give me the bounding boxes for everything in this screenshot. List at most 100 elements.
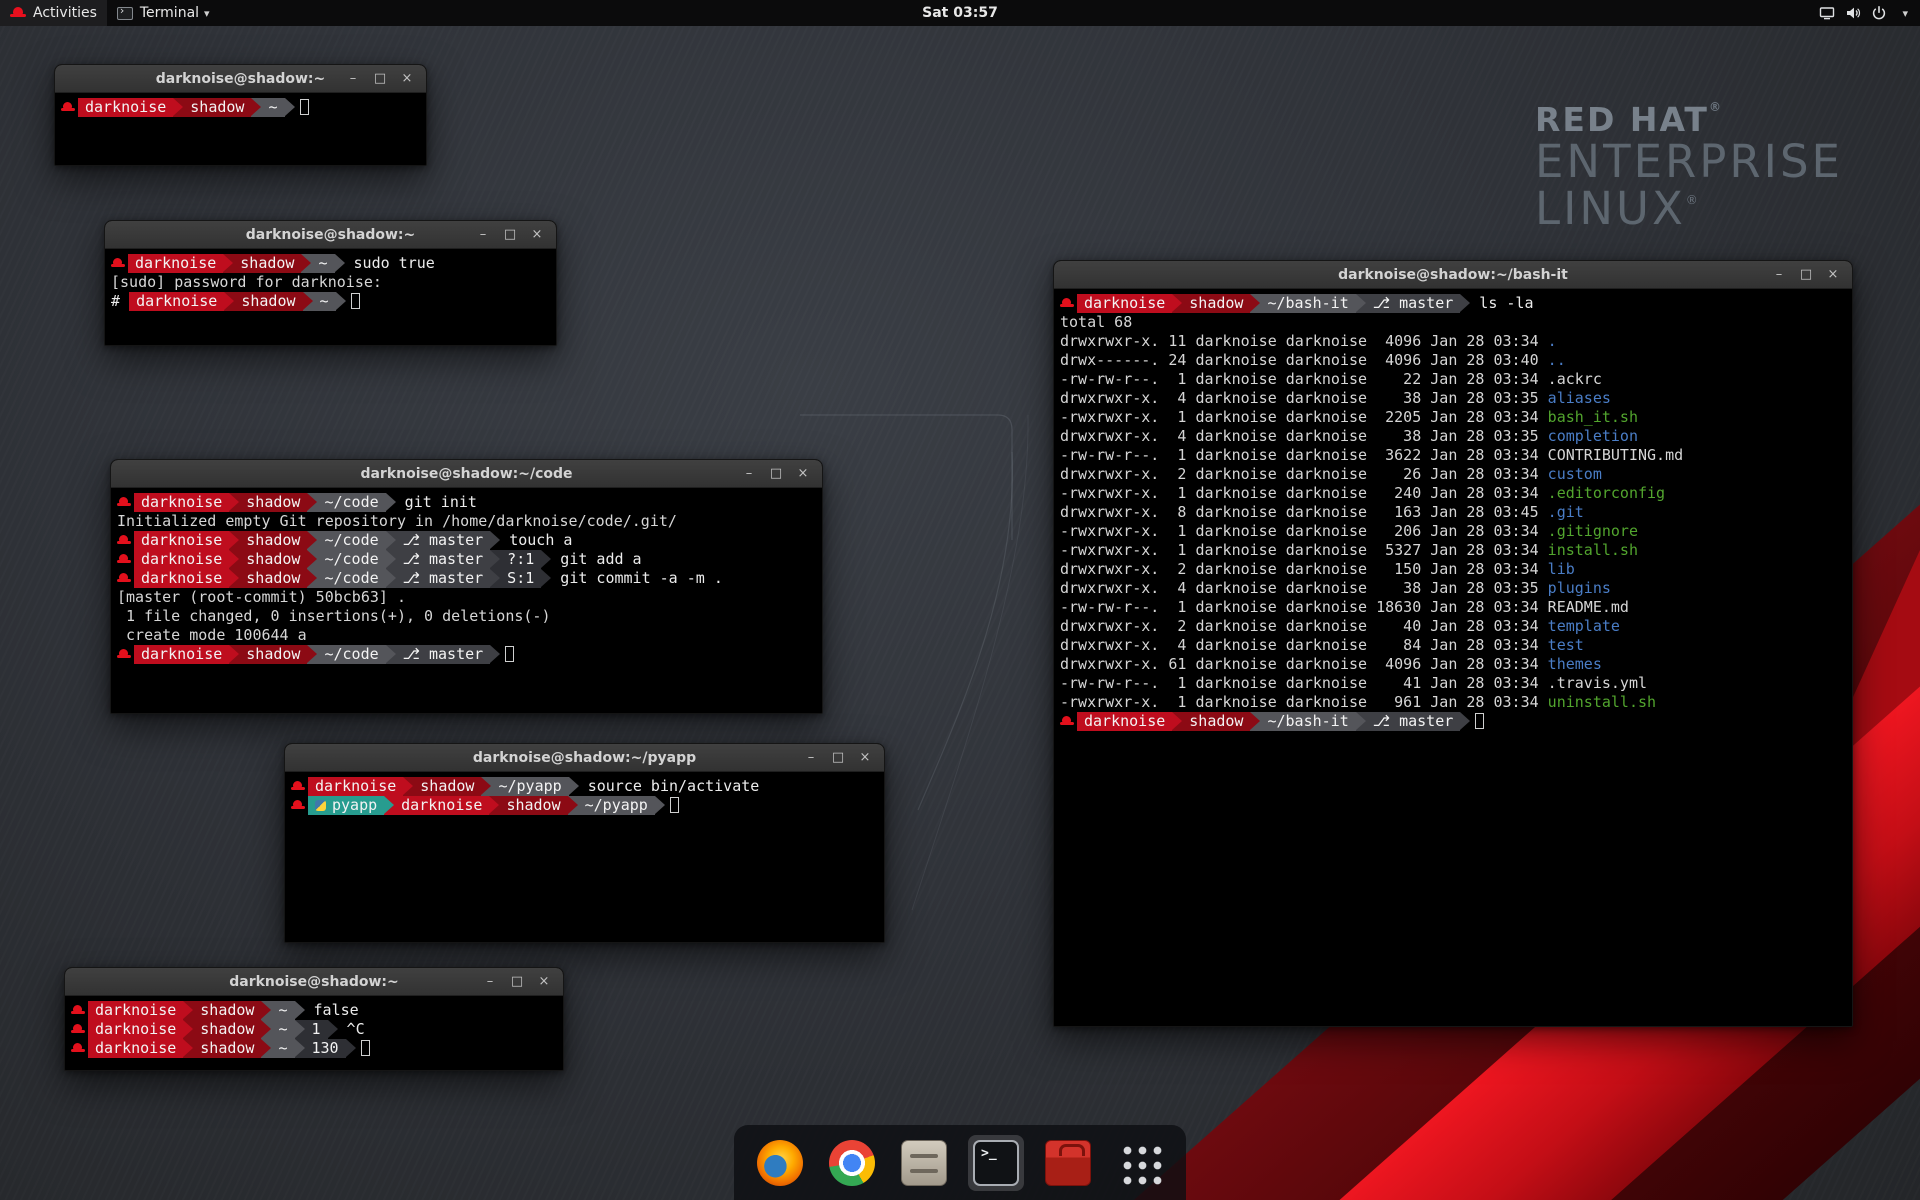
- powerline-separator-icon: [183, 1039, 193, 1058]
- terminal-window: darknoise@shadow:~ – □ × darknoise shadow…: [64, 967, 564, 1071]
- minimize-button[interactable]: –: [801, 748, 821, 768]
- command-text: git init: [396, 493, 477, 511]
- prompt-segment-path: ~/bash-it: [1260, 712, 1355, 731]
- activities-button[interactable]: Activities: [0, 0, 107, 26]
- activities-label: Activities: [33, 5, 97, 21]
- close-button[interactable]: ×: [397, 69, 417, 89]
- maximize-button[interactable]: □: [507, 972, 527, 992]
- powerline-separator-icon: [403, 777, 413, 796]
- close-button[interactable]: ×: [527, 225, 547, 245]
- files-dock-button[interactable]: [896, 1135, 952, 1191]
- redhat-icon: [117, 569, 132, 588]
- prompt-segment-user: darknoise: [88, 1020, 183, 1039]
- terminal-cursor: [505, 646, 514, 662]
- window-titlebar[interactable]: darknoise@shadow:~ – □ ×: [105, 221, 556, 249]
- powerline-separator-icon: [229, 569, 239, 588]
- terminal-dock-button[interactable]: [968, 1135, 1024, 1191]
- powerline-separator-icon: [261, 1020, 271, 1039]
- minimize-button[interactable]: –: [480, 972, 500, 992]
- minimize-button[interactable]: –: [739, 464, 759, 484]
- output-text: custom: [1548, 465, 1602, 483]
- output-text: .editorconfig: [1548, 484, 1665, 502]
- prompt-segment-path: ~/bash-it: [1260, 294, 1355, 313]
- toolbox-dock-button[interactable]: [1040, 1135, 1096, 1191]
- output-text: test: [1548, 636, 1584, 654]
- powerline-separator-icon: [261, 1039, 271, 1058]
- close-button[interactable]: ×: [534, 972, 554, 992]
- powerline-separator-icon: [1356, 294, 1366, 313]
- terminal-line: drwxrwxr-x. 4 darknoise darknoise 38 Jan…: [1060, 579, 1846, 598]
- prompt-segment-git: ⎇ master: [396, 550, 491, 569]
- window-titlebar[interactable]: darknoise@shadow:~/bash-it – □ ×: [1054, 261, 1852, 289]
- terminal-content[interactable]: darknoiseshadow~/pyapp source bin/activa…: [285, 772, 884, 942]
- window-titlebar[interactable]: darknoise@shadow:~ – □ ×: [65, 968, 563, 996]
- powerline-separator-icon: [346, 1039, 356, 1058]
- prompt-segment-path: ~/code: [317, 531, 385, 550]
- terminal-content[interactable]: darknoiseshadow~/code git initInitialize…: [111, 488, 822, 713]
- output-text: Initialized empty Git repository in /hom…: [117, 512, 677, 530]
- close-button[interactable]: ×: [1823, 265, 1843, 285]
- terminal-content[interactable]: darknoiseshadow~/bash-it⎇ master ls -lat…: [1054, 289, 1852, 1026]
- app-grid-dock-button[interactable]: [1112, 1135, 1168, 1191]
- powerline-separator-icon: [541, 550, 551, 569]
- prompt-segment-host: shadow: [233, 254, 301, 273]
- app-menu-button[interactable]: Terminal ▾: [107, 0, 220, 26]
- redhat-icon: [117, 550, 132, 569]
- prompt-segment-path: ~/code: [317, 645, 385, 664]
- chrome-dock-button[interactable]: [824, 1135, 880, 1191]
- terminal-line: darknoiseshadow~/bash-it⎇ master: [1060, 712, 1846, 731]
- terminal-line: -rw-rw-r--. 1 darknoise darknoise 41 Jan…: [1060, 674, 1846, 693]
- firefox-dock-button[interactable]: [752, 1135, 808, 1191]
- minimize-button[interactable]: –: [1769, 265, 1789, 285]
- command-text: sudo true: [345, 254, 435, 272]
- terminal-line: darknoiseshadow~/bash-it⎇ master ls -la: [1060, 294, 1846, 313]
- terminal-line: total 68: [1060, 313, 1846, 332]
- terminal-content[interactable]: darknoiseshadow~ sudo true[sudo] passwor…: [105, 249, 556, 345]
- terminal-line: darknoiseshadow~/code⎇ master?:1 git add…: [117, 550, 816, 569]
- minimize-button[interactable]: –: [473, 225, 493, 245]
- output-text: template: [1548, 617, 1620, 635]
- redhat-icon: [291, 777, 306, 796]
- maximize-button[interactable]: □: [370, 69, 390, 89]
- system-status-area[interactable]: ▾: [1807, 0, 1920, 26]
- powerline-separator-icon: [384, 796, 394, 815]
- window-titlebar[interactable]: darknoise@shadow:~ – □ ×: [55, 65, 426, 93]
- minimize-button[interactable]: –: [343, 69, 363, 89]
- powerline-separator-icon: [386, 493, 396, 512]
- powerline-separator-icon: [223, 254, 233, 273]
- terminal-line: -rw-rw-r--. 1 darknoise darknoise 3622 J…: [1060, 446, 1846, 465]
- terminal-line: drwxrwxr-x. 2 darknoise darknoise 40 Jan…: [1060, 617, 1846, 636]
- terminal-line: -rw-rw-r--. 1 darknoise darknoise 22 Jan…: [1060, 370, 1846, 389]
- redhat-icon: [1060, 712, 1075, 731]
- clock[interactable]: Sat 03:57: [922, 5, 998, 21]
- prompt-segment-host: shadow: [193, 1020, 261, 1039]
- prompt-segment-user: darknoise: [1077, 712, 1172, 731]
- close-button[interactable]: ×: [793, 464, 813, 484]
- output-text: ..: [1548, 351, 1566, 369]
- output-text: bash_it.sh: [1548, 408, 1638, 426]
- terminal-line: drwx------. 24 darknoise darknoise 4096 …: [1060, 351, 1846, 370]
- prompt-segment-path: ~: [271, 1020, 294, 1039]
- close-button[interactable]: ×: [855, 748, 875, 768]
- maximize-button[interactable]: □: [828, 748, 848, 768]
- terminal-content[interactable]: darknoiseshadow~ falsedarknoiseshadow~1 …: [65, 996, 563, 1070]
- maximize-button[interactable]: □: [1796, 265, 1816, 285]
- powerline-separator-icon: [1250, 294, 1260, 313]
- powerline-separator-icon: [301, 254, 311, 273]
- window-titlebar[interactable]: darknoise@shadow:~/pyapp – □ ×: [285, 744, 884, 772]
- window-titlebar[interactable]: darknoise@shadow:~/code – □ ×: [111, 460, 822, 488]
- redhat-icon: [117, 645, 132, 664]
- maximize-button[interactable]: □: [766, 464, 786, 484]
- output-text: [sudo] password for darknoise:: [111, 273, 382, 291]
- output-text: -rw-rw-r--. 1 darknoise darknoise 18630 …: [1060, 598, 1548, 616]
- terminal-content[interactable]: darknoiseshadow~: [55, 93, 426, 165]
- powerline-separator-icon: [386, 531, 396, 550]
- powerline-separator-icon: [261, 1001, 271, 1020]
- powerline-separator-icon: [183, 1001, 193, 1020]
- app-grid-icon: [1117, 1140, 1163, 1186]
- files-icon: [901, 1140, 947, 1186]
- maximize-button[interactable]: □: [500, 225, 520, 245]
- prompt-segment-user: darknoise: [78, 98, 173, 117]
- prompt-segment-git: ⎇ master: [396, 531, 491, 550]
- output-text: drwxrwxr-x. 4 darknoise darknoise 84 Jan…: [1060, 636, 1548, 654]
